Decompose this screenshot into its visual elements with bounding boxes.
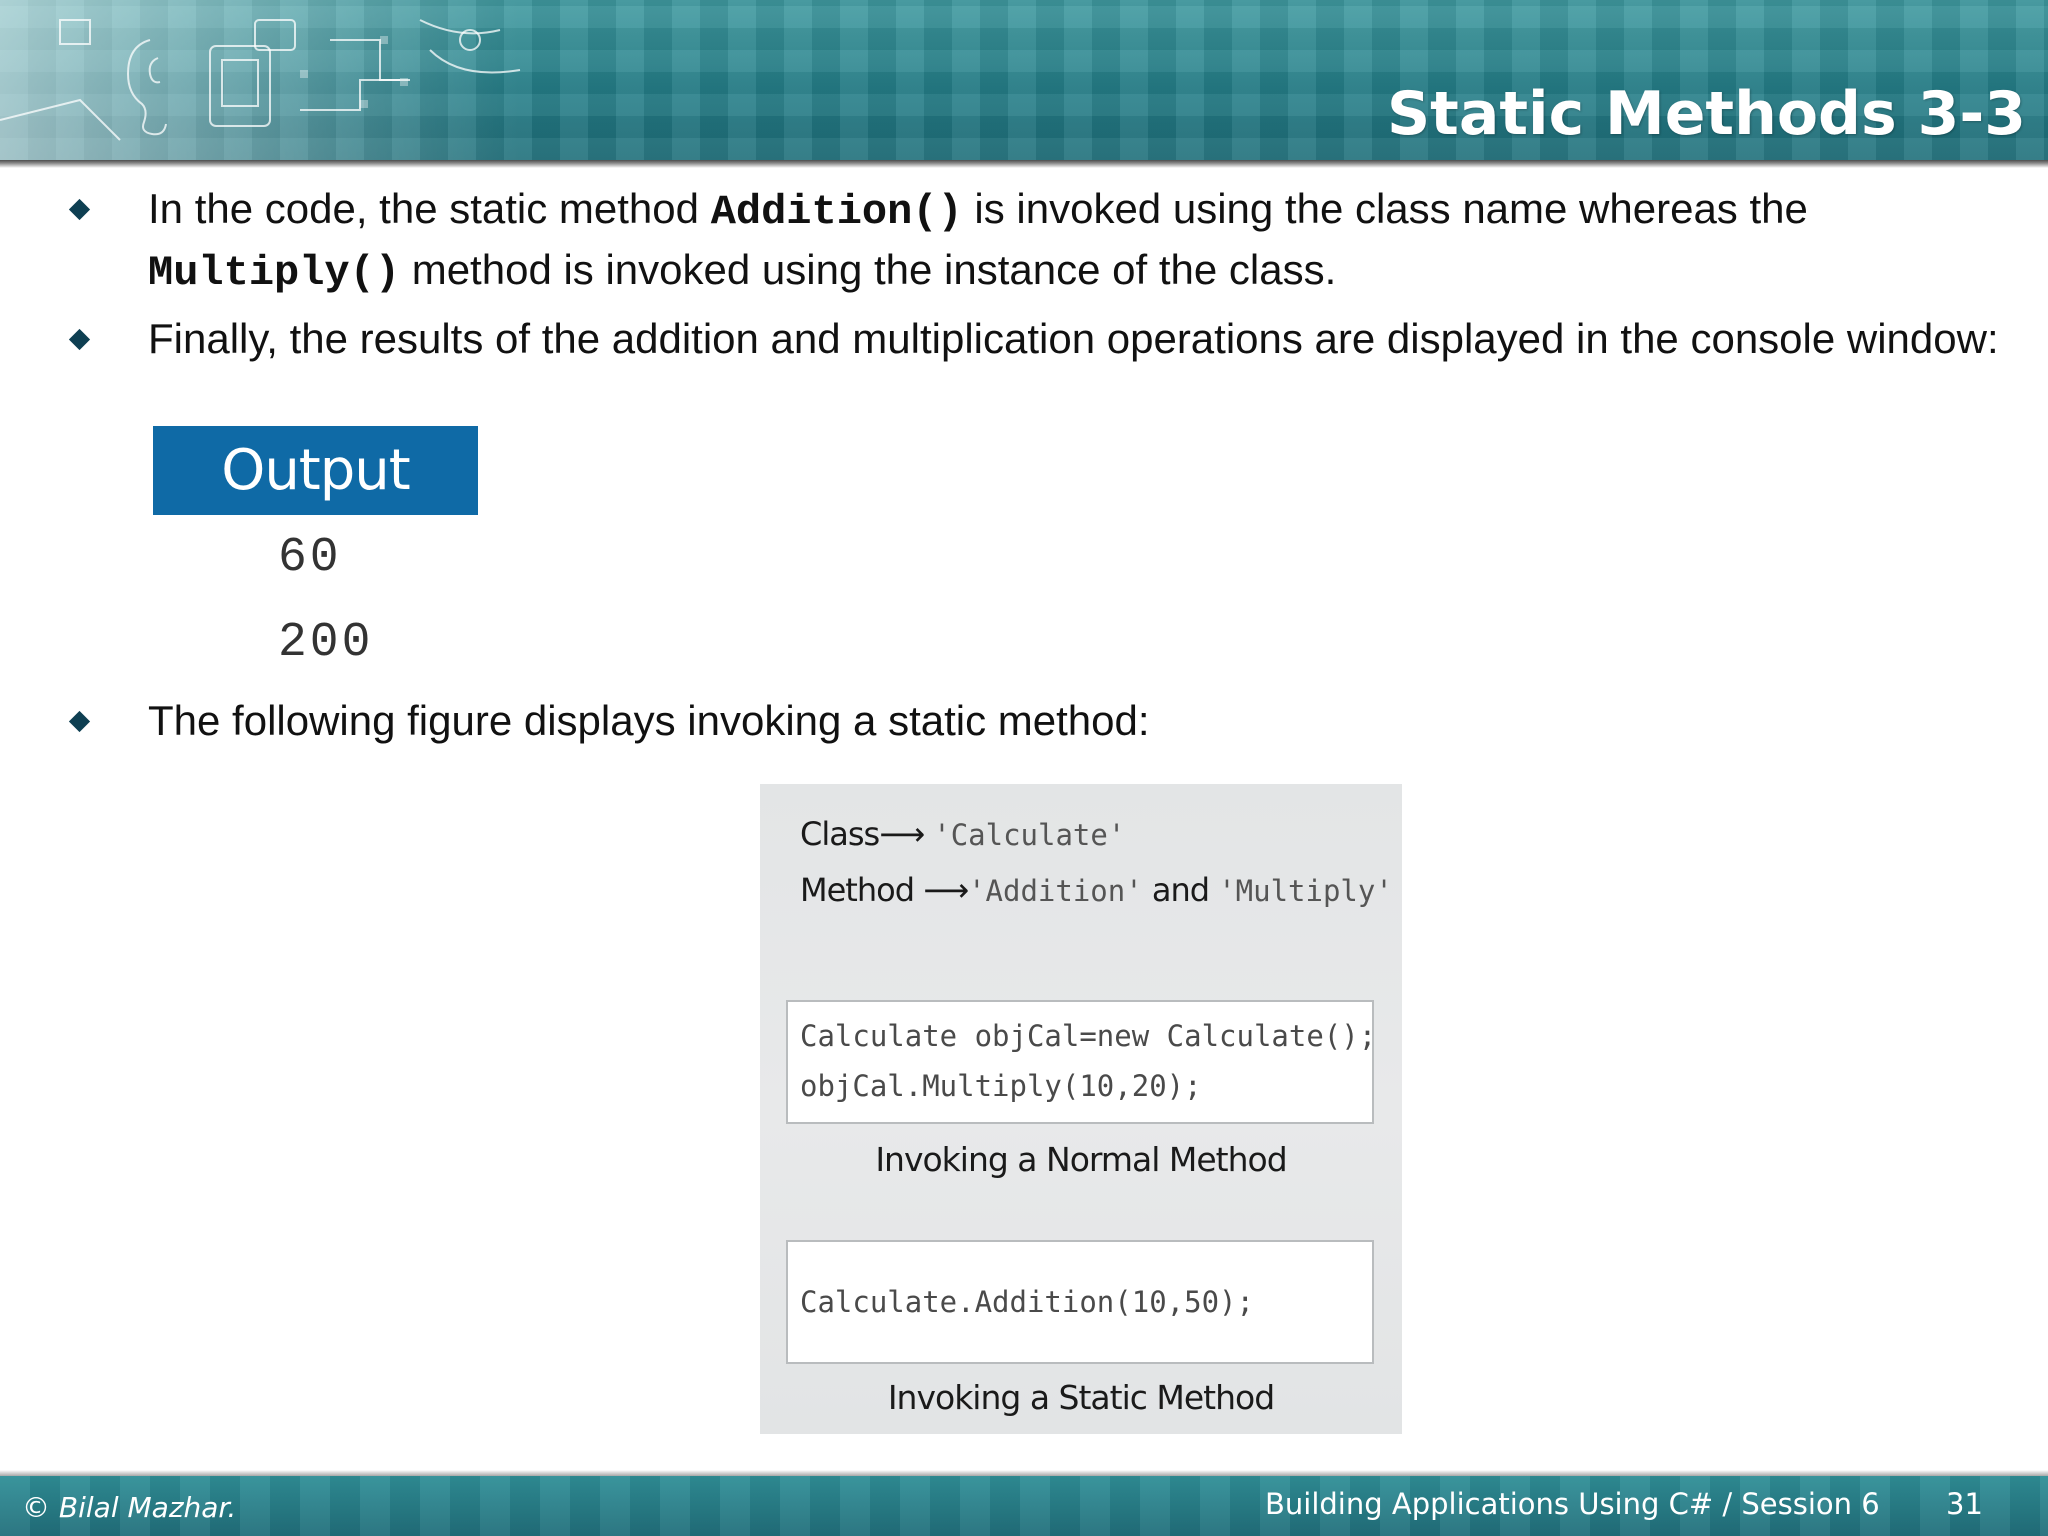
output-line: 60 [278, 531, 342, 585]
header-divider [0, 160, 2048, 168]
figure-class-line: Class⟶ 'Calculate' [800, 812, 1125, 857]
technology-collage-decoration [0, 19, 521, 141]
slide-title: Static Methods 3-3 [1386, 79, 2026, 149]
slide-header-banner: Static Methods 3-3 [0, 0, 2048, 160]
code-line: Calculate.Addition(10,50); [800, 1285, 1254, 1319]
bullet-text: method is invoked using the instance of … [400, 246, 1337, 293]
diamond-bullet-icon [68, 328, 91, 351]
code-addition: Addition() [710, 188, 963, 236]
bullet-figure-intro: The following figure displays invoking a… [68, 692, 2008, 750]
bullet-text: Finally, the results of the addition and… [148, 315, 1999, 362]
bullet-results-console: Finally, the results of the addition and… [68, 310, 2008, 368]
footer-divider [0, 1470, 2048, 1476]
normal-method-caption: Invoking a Normal Method [875, 1140, 1287, 1179]
class-name: 'Calculate' [933, 818, 1126, 852]
copyright-text: © Bilal Mazhar. [22, 1491, 237, 1524]
diamond-bullet-icon [68, 198, 91, 221]
static-method-figure: Class⟶ 'Calculate' Method ⟶'Addition' an… [760, 784, 1402, 1434]
output-line: 200 [278, 616, 374, 670]
arrow-right-icon: ⟶ [879, 815, 925, 853]
static-method-code-box: Calculate.Addition(10,50); [786, 1240, 1374, 1364]
code-line: objCal.Multiply(10,20); [800, 1069, 1202, 1103]
slide-footer: © Bilal Mazhar. Building Applications Us… [0, 1470, 2048, 1536]
arrow-right-icon: ⟶ [923, 871, 969, 909]
bullet-text: In the code, the static method [148, 185, 711, 232]
method-conjunction: and [1142, 871, 1219, 909]
method-label: Method [800, 871, 915, 909]
code-line: Calculate objCal=new Calculate(); [800, 1019, 1377, 1053]
diamond-bullet-icon [68, 710, 91, 733]
method-name-addition: 'Addition' [968, 874, 1143, 908]
code-multiply: Multiply() [148, 249, 401, 297]
bullet-invocation-explanation: In the code, the static method Addition(… [68, 180, 2008, 302]
normal-method-code-box: Calculate objCal=new Calculate(); objCal… [786, 1000, 1377, 1124]
page-number: 31 [1946, 1487, 1983, 1521]
static-method-caption: Invoking a Static Method [887, 1378, 1275, 1417]
figure-method-line: Method ⟶'Addition' and 'Multiply' [800, 868, 1393, 913]
bullet-text: is invoked using the class name whereas … [962, 185, 1808, 232]
class-label: Class [800, 815, 880, 853]
bullet-text: The following figure displays invoking a… [148, 697, 1150, 744]
method-name-multiply: 'Multiply' [1218, 874, 1393, 908]
output-heading: Output [153, 426, 478, 515]
course-session-label: Building Applications Using C# / Session… [1265, 1487, 1880, 1521]
